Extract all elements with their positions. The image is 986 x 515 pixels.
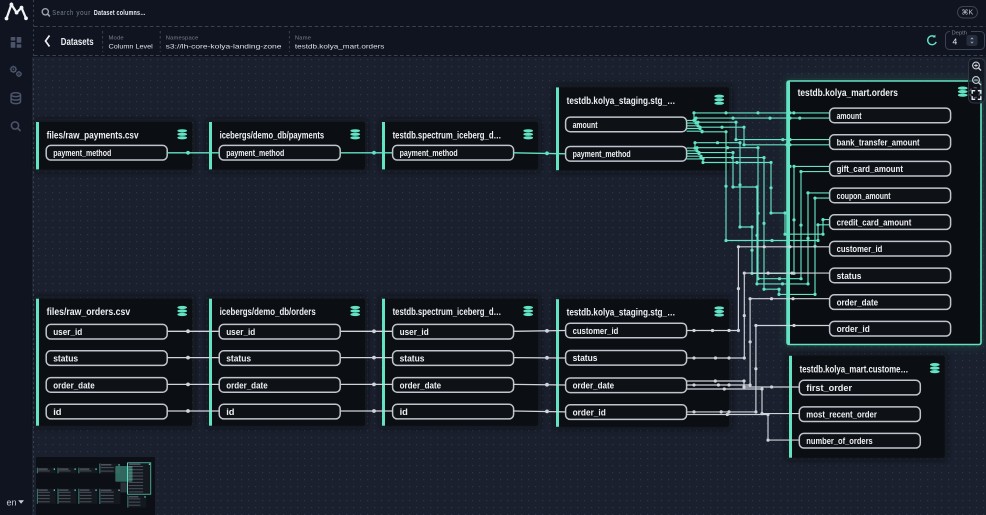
- svg-text:status: status: [400, 354, 425, 365]
- svg-text:testdb.kolya_mart.orders: testdb.kolya_mart.orders: [295, 44, 385, 51]
- svg-text:Namespace: Namespace: [166, 36, 199, 42]
- svg-text:amount: amount: [837, 111, 863, 122]
- svg-text:testdb.kolya_mart.custome…: testdb.kolya_mart.custome…: [800, 364, 909, 375]
- svg-text:testdb.kolya_staging.stg_…: testdb.kolya_staging.stg_…: [567, 96, 676, 107]
- svg-text:Column Level: Column Level: [109, 44, 153, 51]
- svg-text:payment_method: payment_method: [226, 148, 284, 159]
- svg-text:status: status: [53, 354, 78, 365]
- svg-text:coupon_amount: coupon_amount: [837, 191, 892, 202]
- svg-text:s3://lh-core-kolya-landing-zon: s3://lh-core-kolya-landing-zone: [166, 44, 282, 51]
- svg-text:amount: amount: [573, 120, 599, 131]
- svg-text:user_id: user_id: [400, 327, 429, 338]
- svg-text:order_date: order_date: [837, 298, 879, 309]
- svg-text:payment_method: payment_method: [573, 149, 631, 160]
- svg-text:Name: Name: [295, 36, 311, 42]
- svg-text:files/raw_payments.csv: files/raw_payments.csv: [47, 131, 139, 142]
- svg-text:order_date: order_date: [573, 381, 615, 392]
- svg-text:Search: Search: [52, 8, 74, 17]
- svg-text:id: id: [53, 407, 61, 418]
- svg-text:⌘K: ⌘K: [962, 9, 974, 17]
- svg-text:bank_transfer_amount: bank_transfer_amount: [837, 138, 921, 149]
- svg-text:4: 4: [953, 37, 958, 47]
- svg-text:status: status: [837, 271, 862, 282]
- svg-text:testdb.kolya_staging.stg_…: testdb.kolya_staging.stg_…: [567, 308, 676, 319]
- svg-text:icebergs/demo_db/payments: icebergs/demo_db/payments: [220, 131, 325, 142]
- svg-text:en: en: [7, 498, 17, 508]
- svg-text:customer_id: customer_id: [837, 244, 883, 255]
- svg-text:testdb.spectrum_iceberg_d…: testdb.spectrum_iceberg_d…: [393, 307, 502, 318]
- svg-text:testdb.kolya_mart.orders: testdb.kolya_mart.orders: [798, 88, 899, 99]
- svg-text:number_of_orders: number_of_orders: [806, 436, 872, 447]
- svg-text:order_id: order_id: [837, 324, 870, 335]
- svg-text:id: id: [226, 407, 234, 418]
- svg-text:your: your: [76, 8, 91, 17]
- svg-text:order_id: order_id: [573, 408, 606, 419]
- svg-text:order_date: order_date: [400, 380, 442, 391]
- svg-text:Dataset columns…: Dataset columns…: [94, 8, 146, 17]
- svg-text:icebergs/demo_db/orders: icebergs/demo_db/orders: [220, 307, 316, 318]
- svg-text:payment_method: payment_method: [400, 148, 458, 159]
- svg-text:customer_id: customer_id: [573, 326, 619, 337]
- svg-text:credit_card_amount: credit_card_amount: [837, 218, 912, 229]
- svg-text:Datasets: Datasets: [61, 37, 94, 48]
- svg-text:order_date: order_date: [226, 380, 268, 391]
- svg-text:status: status: [573, 353, 598, 364]
- svg-text:user_id: user_id: [226, 327, 255, 338]
- svg-text:files/raw_orders.csv: files/raw_orders.csv: [47, 307, 131, 318]
- svg-text:testdb.spectrum_iceberg_d…: testdb.spectrum_iceberg_d…: [393, 131, 502, 142]
- svg-text:first_order: first_order: [806, 383, 852, 394]
- svg-text:most_recent_order: most_recent_order: [806, 410, 877, 421]
- svg-text:status: status: [226, 354, 251, 365]
- svg-text:order_date: order_date: [53, 380, 94, 391]
- svg-text:gift_card_amount: gift_card_amount: [837, 164, 904, 175]
- svg-text:payment_method: payment_method: [53, 148, 111, 159]
- svg-text:Mode: Mode: [109, 36, 124, 42]
- svg-text:id: id: [400, 407, 408, 418]
- svg-text:user_id: user_id: [53, 327, 82, 338]
